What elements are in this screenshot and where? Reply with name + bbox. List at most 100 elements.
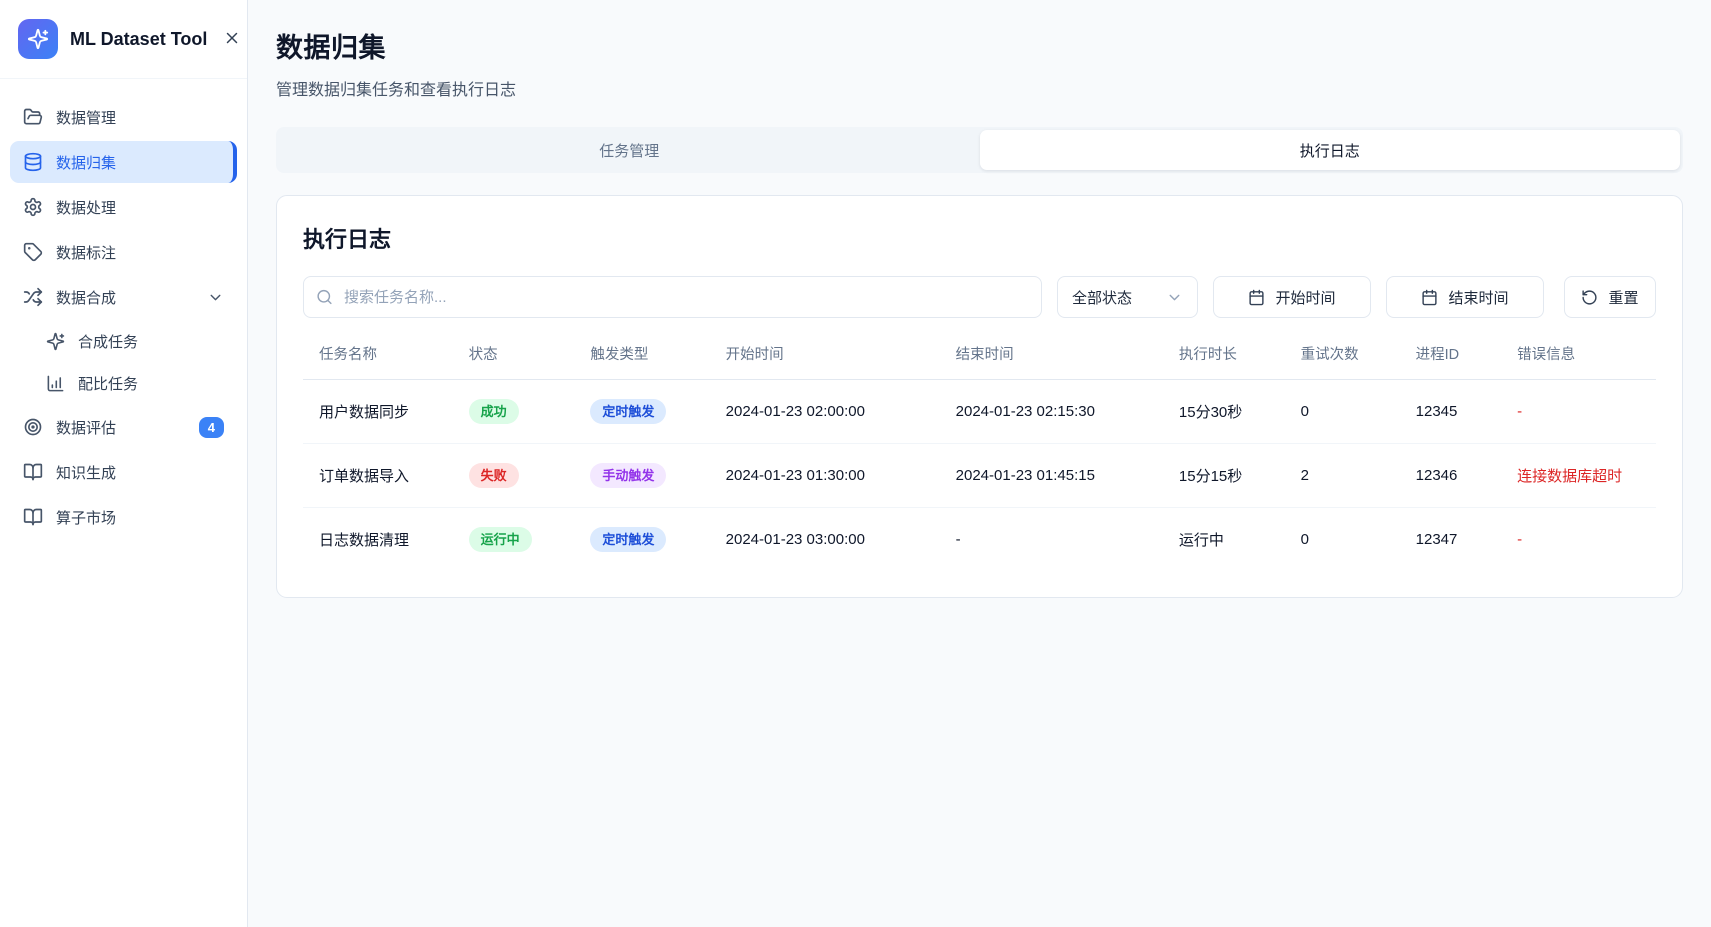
sidebar-item-knowledge-generation[interactable]: 知识生成: [10, 451, 237, 493]
table-row: 订单数据导入失败 手动触发 2024-01-23 01:30:002024-01-2…: [303, 444, 1656, 508]
page-title: 数据归集: [276, 26, 1683, 65]
reset-label: 重置: [1608, 287, 1638, 308]
table-cell: 定时触发: [580, 508, 715, 572]
book-open-icon: [23, 462, 43, 482]
table-cell: 2: [1291, 444, 1406, 508]
table-cell: 定时触发: [580, 380, 715, 444]
start-time-label: 开始时间: [1275, 287, 1335, 308]
sidebar-close-button[interactable]: [219, 25, 245, 54]
sidebar-item-ratio-task[interactable]: 配比任务: [10, 363, 237, 403]
table-cell: 12347: [1406, 508, 1507, 572]
sidebar-item-label: 数据归集: [56, 152, 116, 173]
table-cell: 用户数据同步: [303, 380, 459, 444]
end-time-button[interactable]: 结束时间: [1386, 276, 1544, 318]
gear-icon: [23, 197, 43, 217]
sidebar-item-label: 知识生成: [56, 462, 116, 483]
trigger-type-badge: 定时触发: [590, 399, 666, 424]
table-cell: 日志数据清理: [303, 508, 459, 572]
sidebar-item-data-collection[interactable]: 数据归集: [10, 141, 237, 183]
column-header: 任务名称: [303, 328, 459, 380]
app-title: ML Dataset Tool: [70, 29, 207, 50]
sidebar-item-operator-market[interactable]: 算子市场: [10, 496, 237, 538]
sidebar-item-synthesis-task[interactable]: 合成任务: [10, 321, 237, 361]
table-cell: 失败: [459, 444, 581, 508]
search-icon: [316, 289, 333, 306]
start-time-button[interactable]: 开始时间: [1213, 276, 1371, 318]
tag-icon: [23, 242, 43, 262]
column-header: 重试次数: [1291, 328, 1406, 380]
status-filter-value: 全部状态: [1072, 287, 1132, 308]
sidebar-item-data-processing[interactable]: 数据处理: [10, 186, 237, 228]
search-box: [303, 276, 1042, 318]
status-filter-select[interactable]: 全部状态: [1057, 276, 1198, 318]
tab-task-management[interactable]: 任务管理: [279, 130, 980, 170]
table-cell: 成功: [459, 380, 581, 444]
table-cell: 2024-01-23 02:15:30: [946, 380, 1169, 444]
table-row: 用户数据同步成功定时触发 2024-01-23 02:00:002024-01-2…: [303, 380, 1656, 444]
column-header: 执行时长: [1169, 328, 1291, 380]
end-time-label: 结束时间: [1448, 287, 1508, 308]
sidebar-item-label: 数据合成: [56, 287, 116, 308]
table-cell: 15分30秒: [1169, 380, 1291, 444]
column-header: 错误信息: [1507, 328, 1656, 380]
table-cell: 订单数据导入: [303, 444, 459, 508]
sparkles-icon: [46, 332, 65, 351]
table-cell: 2024-01-23 01:30:00: [716, 444, 946, 508]
column-header: 开始时间: [716, 328, 946, 380]
sidebar-header: ML Dataset Tool: [0, 0, 247, 79]
sidebar-item-data-management[interactable]: 数据管理: [10, 96, 237, 138]
sidebar-item-label: 配比任务: [78, 373, 138, 394]
filter-toolbar: 全部状态 开始时间 结束时间 重置: [303, 276, 1656, 318]
sidebar-item-label: 数据标注: [56, 242, 116, 263]
table-cell: 运行中: [459, 508, 581, 572]
reset-button[interactable]: 重置: [1564, 276, 1656, 318]
table-cell: 运行中: [1169, 508, 1291, 572]
table-cell: 2024-01-23 02:00:00: [716, 380, 946, 444]
execution-logs-table: 任务名称状态触发类型开始时间结束时间执行时长重试次数进程ID错误信息 用户数据同…: [303, 328, 1656, 571]
sidebar-item-label: 数据管理: [56, 107, 116, 128]
sidebar-item-label: 数据处理: [56, 197, 116, 218]
table-cell: 0: [1291, 380, 1406, 444]
sidebar-nav: 数据管理数据归集数据处理数据标注数据合成合成任务配比任务数据评估4 知识生成算子市…: [0, 79, 247, 555]
status-badge: 运行中: [469, 527, 532, 552]
table-cell: 连接数据库超时: [1507, 444, 1656, 508]
chevron-down-icon: [1166, 289, 1183, 306]
table-cell: 手动触发: [580, 444, 715, 508]
folder-open-icon: [23, 107, 43, 127]
execution-logs-panel: 执行日志 全部状态 开始时间 结束时间: [276, 195, 1683, 598]
page-subtitle: 管理数据归集任务和查看执行日志: [276, 76, 1683, 100]
column-header: 触发类型: [580, 328, 715, 380]
table-row: 日志数据清理运行中定时触发2024-01-23 03:00:00-运行中0123…: [303, 508, 1656, 572]
sidebar-item-data-synthesis[interactable]: 数据合成: [10, 276, 237, 318]
sidebar-item-label: 算子市场: [56, 507, 116, 528]
sidebar-item-label: 合成任务: [78, 331, 138, 352]
database-icon: [23, 152, 43, 172]
shuffle-icon: [23, 287, 43, 307]
table-cell: -: [1507, 380, 1656, 444]
panel-title: 执行日志: [303, 222, 1656, 254]
table-header-row: 任务名称状态触发类型开始时间结束时间执行时长重试次数进程ID错误信息: [303, 328, 1656, 380]
status-badge: 失败: [469, 463, 519, 488]
table-cell: 12345: [1406, 380, 1507, 444]
notification-badge: 4: [199, 417, 224, 438]
search-input[interactable]: [303, 276, 1042, 318]
close-icon: [223, 29, 241, 50]
target-icon: [23, 417, 43, 437]
column-header: 结束时间: [946, 328, 1169, 380]
table-cell: -: [1507, 508, 1656, 572]
app-logo-sparkles-icon: [18, 19, 58, 59]
table-cell: 2024-01-23 01:45:15: [946, 444, 1169, 508]
column-header: 进程ID: [1406, 328, 1507, 380]
calendar-icon: [1248, 289, 1265, 306]
tab-execution-logs[interactable]: 执行日志: [980, 130, 1681, 170]
column-header: 状态: [459, 328, 581, 380]
sidebar-item-data-evaluation[interactable]: 数据评估4: [10, 406, 237, 448]
main-content: 数据归集 管理数据归集任务和查看执行日志 任务管理执行日志 执行日志 全部状态 …: [248, 0, 1711, 927]
calendar-icon: [1421, 289, 1438, 306]
trigger-type-badge: 手动触发: [590, 463, 666, 488]
bar-chart-icon: [46, 374, 65, 393]
sidebar-item-data-labeling[interactable]: 数据标注: [10, 231, 237, 273]
table-cell: 2024-01-23 03:00:00: [716, 508, 946, 572]
book-open-icon: [23, 507, 43, 527]
table-cell: -: [946, 508, 1169, 572]
